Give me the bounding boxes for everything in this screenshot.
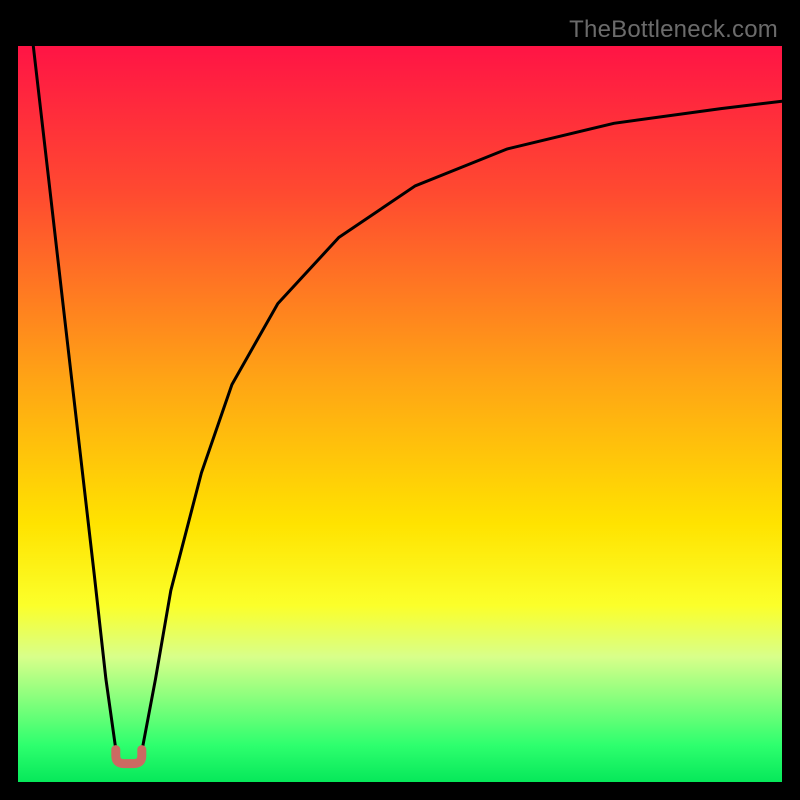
chart-background [18,46,782,782]
chart-frame: TheBottleneck.com [18,18,782,782]
chart-svg [18,18,782,782]
